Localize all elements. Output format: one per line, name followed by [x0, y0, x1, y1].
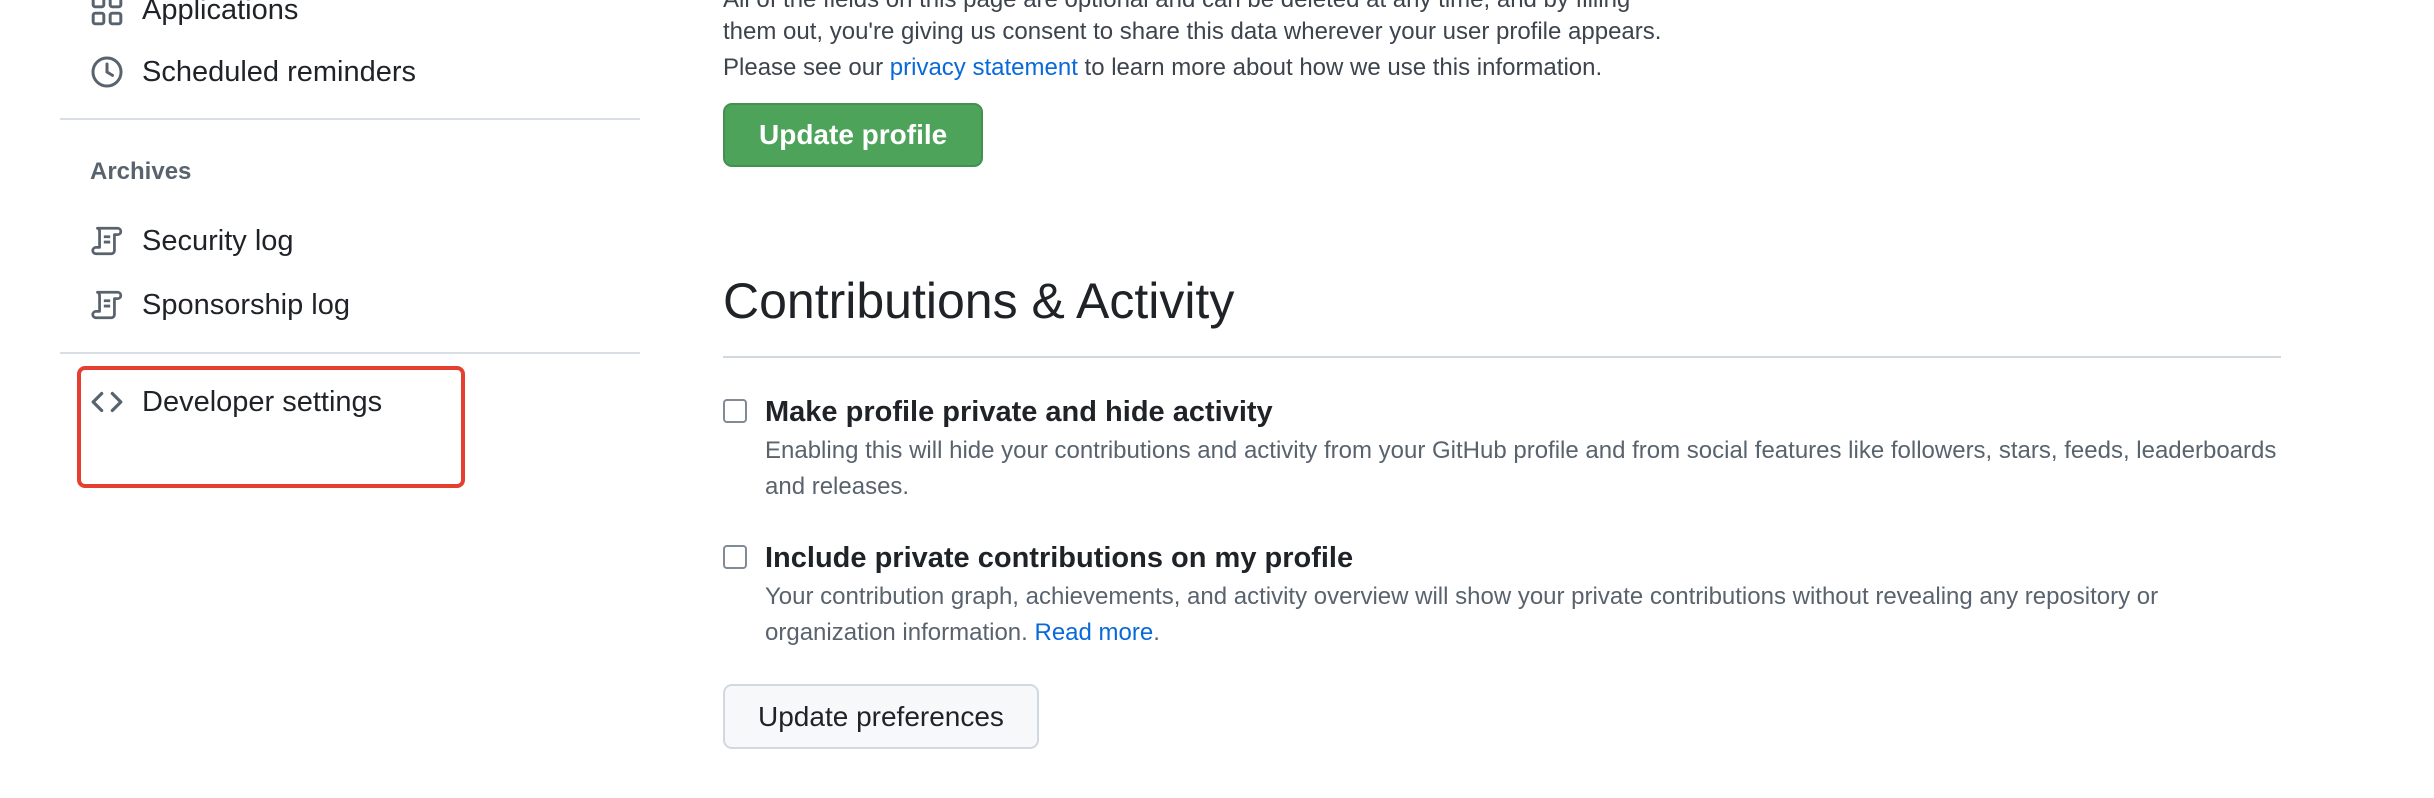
update-profile-button[interactable]: Update profile	[723, 103, 984, 167]
update-preferences-button[interactable]: Update preferences	[723, 684, 1039, 749]
sidebar-item-label: Applications	[142, 0, 299, 26]
clock-icon	[90, 55, 124, 89]
log-icon	[90, 288, 124, 322]
section-divider	[723, 356, 2281, 358]
sidebar-item-developer-settings[interactable]: Developer settings	[90, 376, 382, 428]
make-profile-private-label[interactable]: Make profile private and hide activity	[765, 396, 1273, 429]
intro-text-prefix: Please see our	[723, 54, 890, 81]
make-profile-private-checkbox[interactable]	[723, 399, 747, 423]
sidebar-item-label: Sponsorship log	[142, 288, 350, 321]
sidebar-divider	[60, 352, 640, 354]
privacy-statement-link[interactable]: privacy statement	[890, 54, 1078, 81]
contributions-activity-heading: Contributions & Activity	[723, 273, 1235, 329]
sidebar-item-sponsorship-log[interactable]: Sponsorship log	[90, 279, 350, 331]
intro-text-line-1: All of the fields on this page are optio…	[723, 0, 1630, 14]
include-private-contributions-description: Your contribution graph, achievements, a…	[765, 579, 2285, 651]
include-private-contributions-checkbox[interactable]	[723, 545, 747, 569]
code-icon	[90, 385, 124, 419]
archives-heading: Archives	[90, 158, 192, 185]
settings-page: Applications Scheduled reminders Archive…	[0, 0, 2434, 798]
intro-text-line-2: them out, you're giving us consent to sh…	[723, 18, 1662, 45]
description-suffix: .	[1153, 619, 1160, 646]
description-text: Your contribution graph, achievements, a…	[765, 583, 2159, 646]
sidebar-item-applications[interactable]: Applications	[90, 0, 298, 36]
apps-icon	[90, 0, 124, 27]
sidebar-item-label: Scheduled reminders	[142, 55, 417, 88]
sidebar-item-security-log[interactable]: Security log	[90, 215, 294, 267]
sidebar-item-scheduled-reminders[interactable]: Scheduled reminders	[90, 46, 416, 98]
sidebar-item-label: Developer settings	[142, 385, 383, 418]
read-more-link[interactable]: Read more	[1034, 619, 1153, 646]
include-private-contributions-label[interactable]: Include private contributions on my prof…	[765, 542, 1353, 575]
log-icon	[90, 224, 124, 258]
sidebar-divider	[60, 118, 640, 120]
make-profile-private-description: Enabling this will hide your contributio…	[765, 437, 2277, 500]
intro-text-line-3: Please see our privacy statement to lear…	[723, 54, 1602, 82]
intro-text-suffix: to learn more about how we use this info…	[1077, 54, 1603, 81]
sidebar-item-label: Security log	[142, 224, 294, 257]
